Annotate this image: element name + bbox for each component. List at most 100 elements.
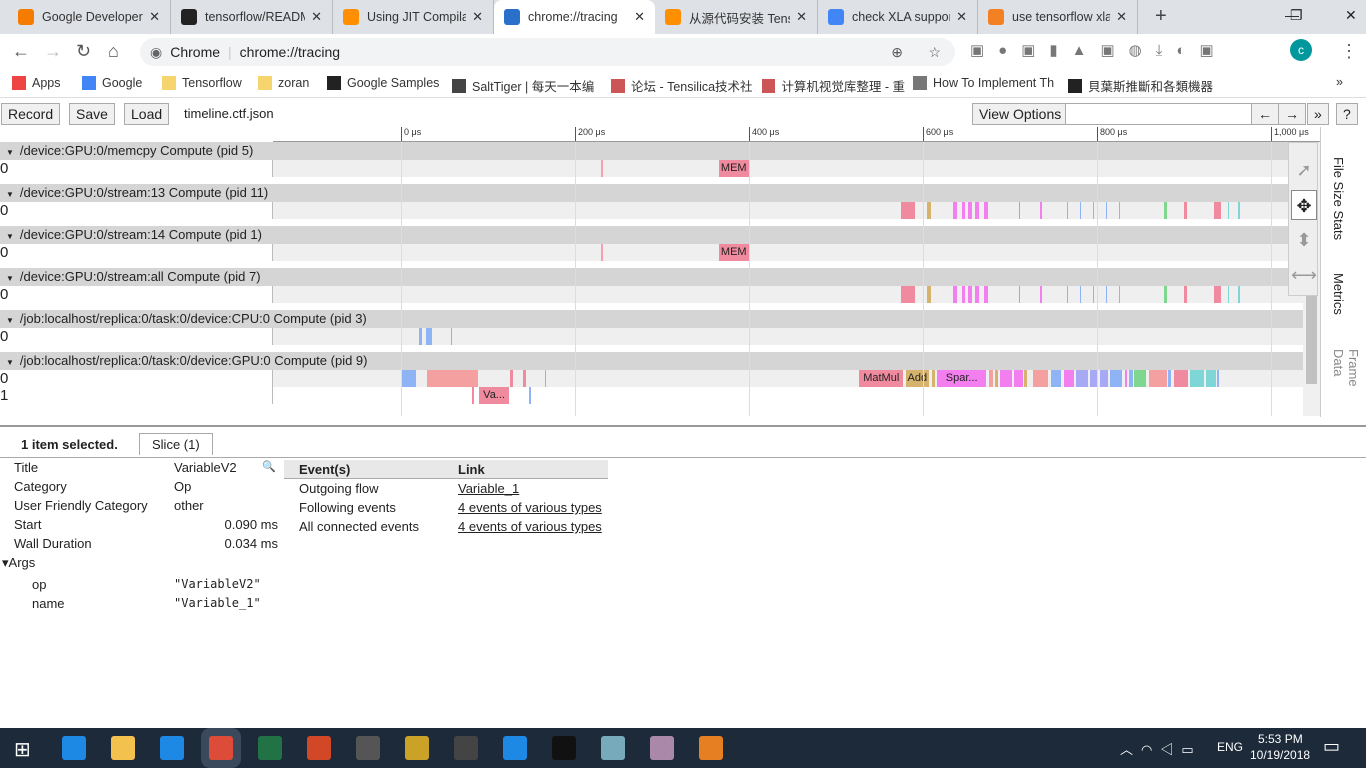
home-icon[interactable]: ⌂ bbox=[108, 41, 119, 62]
trace-slice[interactable] bbox=[1227, 202, 1230, 219]
forward-icon[interactable]: → bbox=[44, 41, 62, 62]
trace-slice[interactable] bbox=[999, 370, 1012, 387]
taskbar-network-icon[interactable] bbox=[356, 736, 380, 760]
trace-slice[interactable] bbox=[953, 286, 957, 303]
zoom-icon[interactable]: ⊕ bbox=[891, 44, 903, 61]
trace-slice[interactable] bbox=[1079, 202, 1082, 219]
trace-slice[interactable] bbox=[1163, 202, 1167, 219]
trace-slice[interactable] bbox=[1076, 370, 1089, 387]
trace-slice[interactable]: Spar... bbox=[936, 370, 987, 387]
taskbar-palette-icon[interactable] bbox=[650, 736, 674, 760]
process-header[interactable]: ▼ /job:localhost/replica:0/task:0/device:… bbox=[0, 352, 1303, 370]
trace-slice[interactable] bbox=[1168, 370, 1171, 387]
trace-slice[interactable] bbox=[1190, 370, 1204, 387]
extension-icons[interactable]: ▣●▣▮▲▣◍⤓◐▣ bbox=[970, 41, 1270, 59]
close-tab-icon[interactable]: ✕ bbox=[956, 9, 967, 25]
trace-slice[interactable] bbox=[901, 286, 916, 303]
collapse-arrow-icon[interactable]: ▼ bbox=[6, 358, 14, 367]
taskbar-app-icon[interactable] bbox=[454, 736, 478, 760]
close-tab-icon[interactable]: ✕ bbox=[311, 9, 322, 25]
menu-icon[interactable]: ⋮ bbox=[1340, 41, 1358, 62]
trace-slice[interactable] bbox=[1023, 370, 1028, 387]
more-bookmarks-button[interactable]: » bbox=[1336, 75, 1343, 89]
close-tab-icon[interactable]: ✕ bbox=[1116, 9, 1127, 25]
collapse-arrow-icon[interactable]: ▼ bbox=[6, 316, 14, 325]
collapse-arrow-icon[interactable]: ▼ bbox=[6, 148, 14, 157]
event-link[interactable]: Variable_1 bbox=[458, 481, 519, 496]
bookmark-item[interactable]: Google bbox=[82, 76, 154, 90]
bookmark-item[interactable]: 貝葉斯推斷和各類機器 bbox=[1068, 76, 1218, 95]
trace-slice[interactable] bbox=[1105, 286, 1108, 303]
trace-slice[interactable]: MEM bbox=[718, 160, 749, 177]
close-tab-icon[interactable]: ✕ bbox=[634, 9, 645, 25]
zoom-tool-icon[interactable]: ⬍ bbox=[1291, 225, 1317, 255]
trace-slice[interactable] bbox=[1149, 370, 1167, 387]
reload-icon[interactable]: ↻ bbox=[76, 41, 91, 62]
taskbar-ie-icon[interactable] bbox=[160, 736, 184, 760]
view-options-button[interactable]: View Options bbox=[972, 103, 1069, 125]
star-icon[interactable]: ☆ bbox=[928, 44, 941, 61]
trace-slice[interactable] bbox=[1173, 370, 1189, 387]
maximize-button[interactable]: ❐ bbox=[1290, 7, 1303, 24]
taskbar-teamviewer-icon[interactable] bbox=[503, 736, 527, 760]
taskbar-edge-icon[interactable] bbox=[62, 736, 86, 760]
event-link[interactable]: 4 events of various types bbox=[458, 519, 602, 534]
trace-slice[interactable] bbox=[975, 202, 979, 219]
taskbar-terminal-icon[interactable] bbox=[552, 736, 576, 760]
trace-slice[interactable] bbox=[1105, 202, 1108, 219]
trace-slice[interactable] bbox=[968, 202, 972, 219]
trace-slice[interactable] bbox=[1118, 286, 1121, 303]
trace-slice[interactable] bbox=[962, 286, 965, 303]
trace-slice[interactable] bbox=[983, 202, 989, 219]
trace-slice[interactable] bbox=[1050, 370, 1062, 387]
collapse-arrow-icon[interactable]: ▼ bbox=[6, 274, 14, 283]
trace-slice[interactable]: Va... bbox=[479, 387, 509, 404]
trace-slice[interactable] bbox=[1184, 202, 1187, 219]
bookmark-item[interactable]: SaltTiger | 每天一本编 bbox=[452, 76, 603, 95]
trace-slice[interactable] bbox=[1018, 202, 1021, 219]
trace-slice[interactable] bbox=[601, 160, 603, 177]
taskbar-outlook-icon[interactable] bbox=[699, 736, 723, 760]
trace-slice[interactable]: MEM bbox=[718, 244, 749, 261]
trace-slice[interactable] bbox=[1018, 286, 1021, 303]
collapse-arrow-icon[interactable]: ▼ bbox=[6, 190, 14, 199]
trace-slice[interactable] bbox=[962, 202, 965, 219]
trace-slice[interactable]: Add bbox=[905, 370, 930, 387]
trace-slice[interactable] bbox=[1163, 286, 1167, 303]
trace-slice[interactable] bbox=[1237, 286, 1240, 303]
trace-slice[interactable] bbox=[1133, 370, 1146, 387]
event-link[interactable]: 4 events of various types bbox=[458, 500, 602, 515]
bookmark-item[interactable]: 计算机视觉库整理 - 重 bbox=[762, 76, 905, 95]
trace-slice[interactable] bbox=[419, 328, 422, 345]
side-tab-frame-data[interactable]: Frame Data bbox=[1331, 349, 1361, 417]
url-text[interactable]: chrome://tracing bbox=[240, 44, 340, 60]
trace-slice[interactable] bbox=[509, 370, 514, 387]
trace-slice[interactable] bbox=[1118, 202, 1121, 219]
side-tab-file-size-stats[interactable]: File Size Stats bbox=[1331, 157, 1346, 240]
notifications-icon[interactable]: ▭ bbox=[1323, 736, 1340, 757]
trace-slice[interactable] bbox=[901, 202, 916, 219]
process-header[interactable]: ▼ /device:GPU:0/memcpy Compute (pid 5) bbox=[0, 142, 1303, 160]
trace-slice[interactable] bbox=[1032, 370, 1049, 387]
trace-slice[interactable] bbox=[989, 370, 994, 387]
trace-slice[interactable] bbox=[1110, 370, 1123, 387]
args-toggle[interactable]: ▾Args bbox=[2, 555, 35, 571]
trace-slice[interactable] bbox=[1214, 286, 1222, 303]
profile-avatar[interactable]: c bbox=[1290, 39, 1312, 61]
pan-tool-icon[interactable]: ✥ bbox=[1291, 190, 1317, 220]
trace-slice[interactable] bbox=[1099, 370, 1109, 387]
trace-slice[interactable] bbox=[1205, 370, 1217, 387]
omnibox[interactable]: ◉ Chrome | chrome://tracing ⊕ ☆ bbox=[140, 38, 955, 66]
trace-slice[interactable]: MatMul bbox=[859, 370, 903, 387]
trace-slice[interactable] bbox=[1066, 202, 1069, 219]
trace-slice[interactable] bbox=[450, 328, 453, 345]
trace-slice[interactable] bbox=[931, 370, 936, 387]
browser-tab[interactable]: use tensorflow xla ✕ bbox=[978, 0, 1138, 34]
taskbar-explorer-icon[interactable] bbox=[111, 736, 135, 760]
tray-icons[interactable]: ︿◠◁▭ bbox=[1120, 739, 1202, 758]
search-icon[interactable]: 🔍 bbox=[262, 460, 276, 473]
trace-slice[interactable] bbox=[528, 387, 531, 404]
process-header[interactable]: ▼ /device:GPU:0/stream:14 Compute (pid 1) bbox=[0, 226, 1303, 244]
bookmark-item[interactable]: Apps bbox=[12, 76, 74, 90]
back-icon[interactable]: ← bbox=[12, 41, 30, 62]
